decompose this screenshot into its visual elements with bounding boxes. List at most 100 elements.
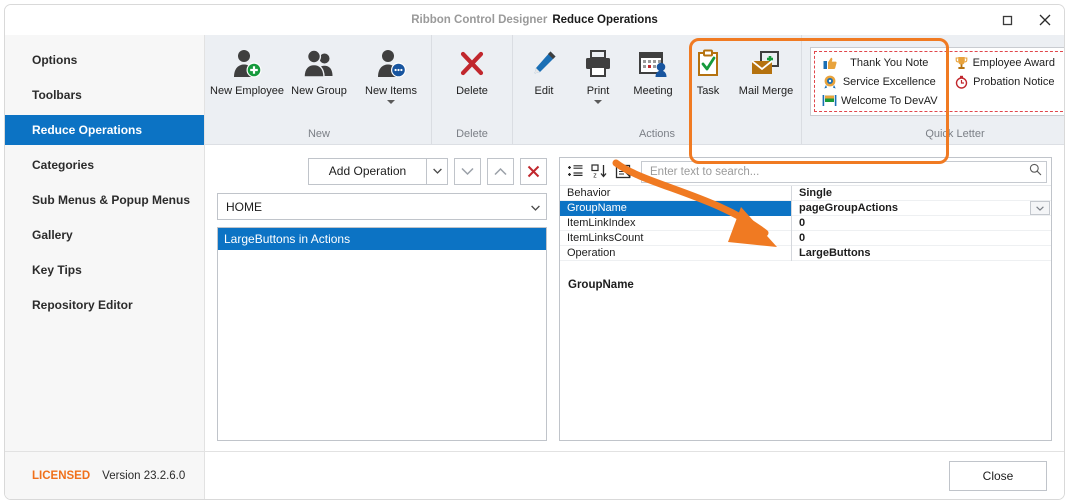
ribbon-button-task[interactable]: Task [681,41,735,97]
sidebar-item-key-tips[interactable]: Key Tips [5,255,204,285]
window-controls [988,5,1064,35]
chevron-down-icon[interactable] [1030,201,1050,215]
edit-pencil-icon [529,46,559,80]
footer-actions: Close [205,460,1064,491]
property-description-title: GroupName [568,279,634,291]
search-placeholder: Enter text to search... [650,165,760,178]
sidebar-item-label: Sub Menus & Popup Menus [32,193,190,207]
window-body: Options Toolbars Reduce Operations Categ… [5,35,1064,451]
table-row[interactable]: Operation LargeButtons [560,245,1051,261]
table-row[interactable]: Behavior Single [560,185,1051,201]
gallery-item-probation-notice[interactable]: Probation Notice [948,73,1064,91]
thumbs-up-icon [821,57,838,70]
operations-list[interactable]: LargeButtons in Actions [217,227,547,441]
ribbon-group-actions-body: Edit Print Meeting Task Mail Merge [513,35,801,124]
sidebar-item-gallery[interactable]: Gallery [5,220,204,250]
ribbon-button-edit[interactable]: Edit [517,41,571,97]
ribbon-button-new-employee[interactable]: New Employee [210,41,284,97]
ribbon-button-label: Mail Merge [738,85,794,97]
property-value[interactable]: 0 [792,216,1051,231]
sidebar-item-label: Repository Editor [32,298,133,312]
close-button[interactable]: Close [949,460,1047,491]
caret-down-icon[interactable] [387,100,395,104]
alphabetical-sort-icon[interactable]: z [588,161,610,183]
property-pages-icon[interactable] [612,161,634,183]
ribbon-button-delete[interactable]: Delete [436,41,508,97]
table-row[interactable]: ItemLinkIndex 0 [560,215,1051,231]
ribbon-button-mail-merge[interactable]: Mail Merge [735,41,797,97]
property-value[interactable]: Single [792,186,1051,201]
gallery-item-label: Welcome To DevAV [841,94,938,107]
sidebar-item-sub-menus[interactable]: Sub Menus & Popup Menus [5,185,204,215]
property-value[interactable]: 0 [792,231,1051,246]
gallery-item-label: Employee Award [972,57,1055,69]
title-app-name: Ribbon Control Designer [411,14,548,26]
gallery-item-employee-award[interactable]: Employee Award [948,54,1064,72]
ribbon-button-label: Print [586,85,610,97]
operations-column: Add Operation HOME LargeButtons in Actio… [217,157,547,441]
new-items-icon [374,46,408,80]
gallery-item-label: Thank You Note [850,57,929,69]
title-page-name: Reduce Operations [552,14,658,26]
add-operation-button[interactable]: Add Operation [308,157,448,185]
maximize-icon[interactable] [988,5,1026,35]
search-input[interactable]: Enter text to search... [641,160,1047,183]
search-icon[interactable] [1029,163,1042,181]
property-name: GroupName [560,200,792,216]
gallery-item-label: Probation Notice [973,76,1055,88]
medal-icon [821,75,838,89]
ribbon-button-new-items[interactable]: New Items [355,41,427,104]
ribbon-button-print[interactable]: Print [571,41,625,104]
caret-down-icon[interactable] [594,100,602,104]
caret-down-icon[interactable] [427,159,447,184]
ribbon-button-label: Task [696,85,720,97]
property-name: Behavior [560,185,792,201]
property-value[interactable]: pageGroupActions [792,201,1030,216]
footer-bar: LICENSED Version 23.2.6.0 Close [5,451,1064,499]
move-operation-down-button[interactable] [454,157,481,185]
sidebar-item-options[interactable]: Options [5,45,204,75]
list-item[interactable]: LargeButtons in Actions [218,228,546,250]
ribbon-button-label: New Items [365,85,417,97]
sidebar-item-reduce-operations[interactable]: Reduce Operations [5,115,204,145]
quick-letter-gallery-inner: Thank You Note Employee Award Service Ex… [814,51,1064,112]
page-selector-combo[interactable]: HOME [217,193,547,220]
gallery-item-thank-you-note[interactable]: Thank You Note [817,54,948,72]
table-row[interactable]: ItemLinksCount 0 [560,230,1051,246]
ribbon-group-new-body: New Employee New Group New Items [207,35,431,124]
sidebar-item-repository-editor[interactable]: Repository Editor [5,290,204,320]
sidebar-item-label: Gallery [32,228,73,242]
sidebar-item-label: Reduce Operations [32,123,143,137]
table-row[interactable]: GroupName pageGroupActions [560,200,1051,216]
sidebar-item-label: Categories [32,158,95,172]
close-button-label: Close [982,468,1014,483]
list-item-label: LargeButtons in Actions [224,232,351,246]
svg-text:z: z [593,173,597,180]
move-operation-up-button[interactable] [487,157,514,185]
close-icon[interactable] [1026,5,1064,35]
remove-operation-button[interactable] [520,157,547,185]
property-value[interactable]: LargeButtons [792,246,1051,261]
designer-window: Ribbon Control Designer Reduce Operation… [4,4,1065,500]
title-bar: Ribbon Control Designer Reduce Operation… [5,5,1064,35]
page-selector-value: HOME [226,199,262,214]
ribbon-group-label: New [307,128,330,140]
reduce-operations-content: Add Operation HOME LargeButtons in Actio… [205,145,1064,451]
license-badge: LICENSED [32,469,91,482]
ribbon-button-label: New Group [291,85,347,97]
gallery-item-service-excellence[interactable]: Service Excellence [817,73,948,91]
mail-merge-icon [750,46,782,80]
sidebar-item-toolbars[interactable]: Toolbars [5,80,204,110]
trophy-icon [953,56,970,70]
quick-letter-gallery[interactable]: Thank You Note Employee Award Service Ex… [810,47,1064,116]
sidebar-item-label: Toolbars [32,88,82,102]
property-grid-rows: Behavior Single GroupName pageGroupActio… [560,185,1051,261]
gallery-item-welcome-to-devav[interactable]: Welcome To DevAV [817,92,948,109]
new-group-icon [302,46,336,80]
ribbon-button-new-group[interactable]: New Group [283,41,355,97]
sidebar-item-categories[interactable]: Categories [5,150,204,180]
ribbon-button-meeting[interactable]: Meeting [625,41,681,97]
ribbon-group-label: Delete [456,128,488,140]
categorized-icon[interactable] [564,161,586,183]
caret-down-icon[interactable] [531,200,540,214]
